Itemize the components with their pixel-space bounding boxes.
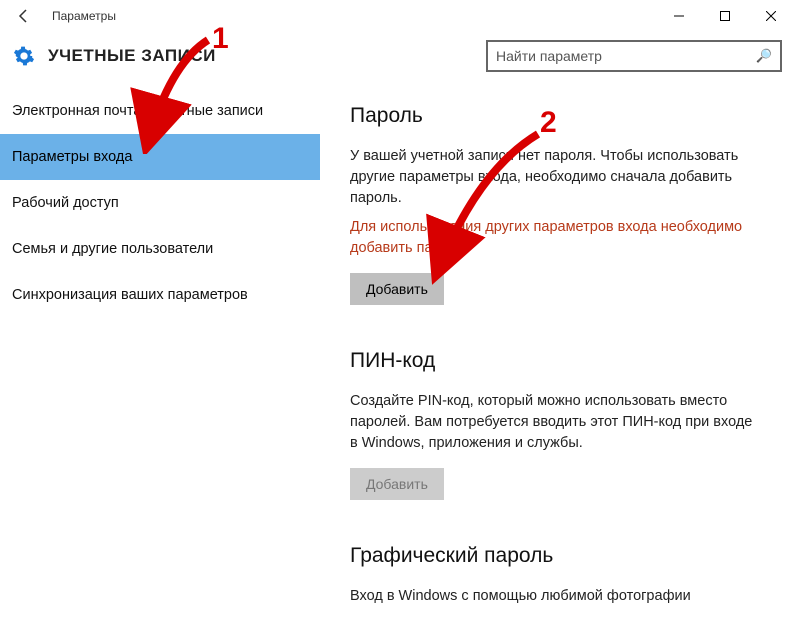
gear-icon: [0, 45, 48, 67]
search-box[interactable]: 🔍: [486, 40, 782, 72]
sidebar-item-email-accounts[interactable]: Электронная почта и учетные записи: [0, 88, 320, 134]
search-input[interactable]: [496, 48, 756, 64]
minimize-button[interactable]: [656, 0, 702, 32]
section-pin: ПИН-код Создайте PIN-код, который можно …: [350, 349, 774, 500]
password-description: У вашей учетной записи нет пароля. Чтобы…: [350, 146, 760, 209]
section-password: Пароль У вашей учетной записи нет пароля…: [350, 104, 774, 305]
close-button[interactable]: [748, 0, 794, 32]
sidebar-item-work-access[interactable]: Рабочий доступ: [0, 180, 320, 226]
back-button[interactable]: [0, 0, 48, 32]
page-title: УЧЕТНЫЕ ЗАПИСИ: [48, 46, 216, 66]
sidebar-item-family-users[interactable]: Семья и другие пользователи: [0, 226, 320, 272]
content: Пароль У вашей учетной записи нет пароля…: [320, 80, 794, 621]
add-pin-button: Добавить: [350, 468, 444, 500]
window-controls: [656, 0, 794, 32]
pin-heading: ПИН-код: [350, 349, 774, 373]
app-title: Параметры: [52, 9, 116, 23]
password-heading: Пароль: [350, 104, 774, 128]
sidebar: Электронная почта и учетные записи Парам…: [0, 80, 320, 621]
body: Электронная почта и учетные записи Парам…: [0, 80, 794, 621]
pin-description: Создайте PIN-код, который можно использо…: [350, 391, 760, 454]
add-password-button[interactable]: Добавить: [350, 273, 444, 305]
maximize-button[interactable]: [702, 0, 748, 32]
password-warning: Для использования других параметров вход…: [350, 217, 760, 259]
header: УЧЕТНЫЕ ЗАПИСИ 🔍: [0, 32, 794, 80]
sidebar-item-sync-settings[interactable]: Синхронизация ваших параметров: [0, 272, 320, 318]
section-picture-password: Графический пароль Вход в Windows с помо…: [350, 544, 774, 607]
picture-password-heading: Графический пароль: [350, 544, 774, 568]
search-icon: 🔍: [756, 48, 772, 64]
sidebar-item-sign-in-options[interactable]: Параметры входа: [0, 134, 320, 180]
picture-password-description: Вход в Windows с помощью любимой фотогра…: [350, 586, 760, 607]
titlebar: Параметры: [0, 0, 794, 32]
